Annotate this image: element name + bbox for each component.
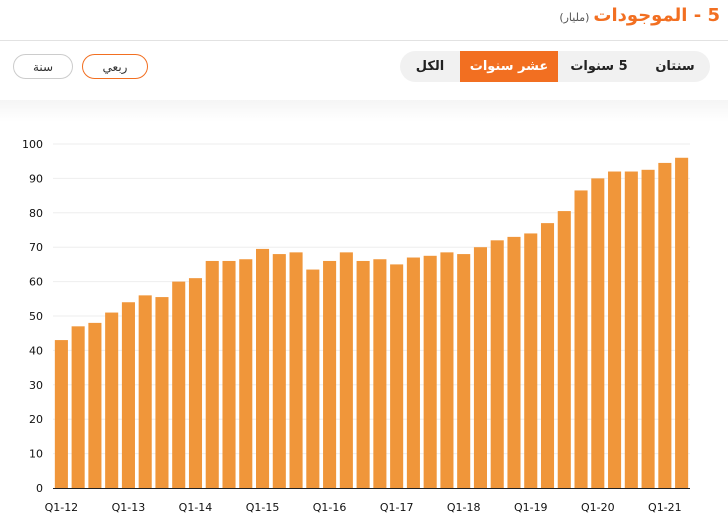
x-tick-label: Q1-16	[313, 501, 347, 514]
bar	[205, 260, 219, 488]
bar	[289, 252, 303, 488]
bar	[574, 190, 588, 488]
x-tick-label: Q1-13	[112, 501, 146, 514]
bar	[473, 247, 487, 488]
bar	[105, 312, 119, 488]
bar	[457, 254, 471, 488]
bar	[155, 297, 169, 488]
y-tick-label: 100	[22, 138, 43, 151]
y-tick-label: 70	[29, 241, 43, 254]
bar-chart: 0 10 20 30 40 50 60 70 80 90 100 Q1-12 Q1-13 Q1-14 Q1…	[22, 138, 690, 514]
x-tick-label: Q1-18	[447, 501, 481, 514]
y-tick-label: 20	[29, 413, 43, 426]
x-tick-label: Q1-17	[380, 501, 414, 514]
bar	[524, 233, 538, 488]
x-tick-label: Q1-14	[179, 501, 213, 514]
y-tick-label: 80	[29, 207, 43, 220]
bar	[306, 269, 320, 488]
bar	[390, 264, 404, 488]
bar	[172, 281, 186, 488]
bar	[608, 171, 622, 488]
bar	[373, 259, 387, 488]
bar	[591, 178, 605, 488]
y-tick-label: 0	[36, 482, 43, 495]
bar	[507, 236, 521, 488]
bar	[675, 157, 689, 488]
x-tick-label: Q1-19	[514, 501, 548, 514]
bar	[222, 260, 236, 488]
y-tick-label: 50	[29, 310, 43, 323]
bar	[490, 240, 504, 488]
x-tick-label: Q1-21	[648, 501, 682, 514]
bar	[440, 252, 454, 488]
x-tick-label: Q1-20	[581, 501, 615, 514]
bar	[323, 260, 337, 488]
y-tick-label: 10	[29, 448, 43, 461]
y-tick-label: 60	[29, 276, 43, 289]
bar	[557, 211, 571, 488]
bar	[88, 322, 102, 488]
bar	[641, 169, 655, 489]
bar	[624, 171, 638, 488]
bar	[71, 326, 85, 488]
bar	[188, 278, 203, 488]
bar	[138, 295, 152, 488]
y-tick-label: 40	[29, 344, 43, 357]
bar	[406, 257, 420, 488]
bar	[356, 260, 370, 488]
bar	[272, 254, 286, 488]
bar	[423, 255, 437, 488]
bar	[339, 252, 353, 488]
x-tick-label: Q1-12	[45, 501, 79, 514]
bar	[239, 259, 253, 488]
y-tick-label: 90	[29, 172, 43, 185]
bar	[256, 248, 270, 488]
bar	[121, 302, 135, 488]
x-tick-label: Q1-15	[246, 501, 280, 514]
y-tick-label: 30	[29, 379, 43, 392]
bar	[658, 162, 672, 489]
bar	[540, 223, 555, 488]
bar	[54, 340, 68, 488]
